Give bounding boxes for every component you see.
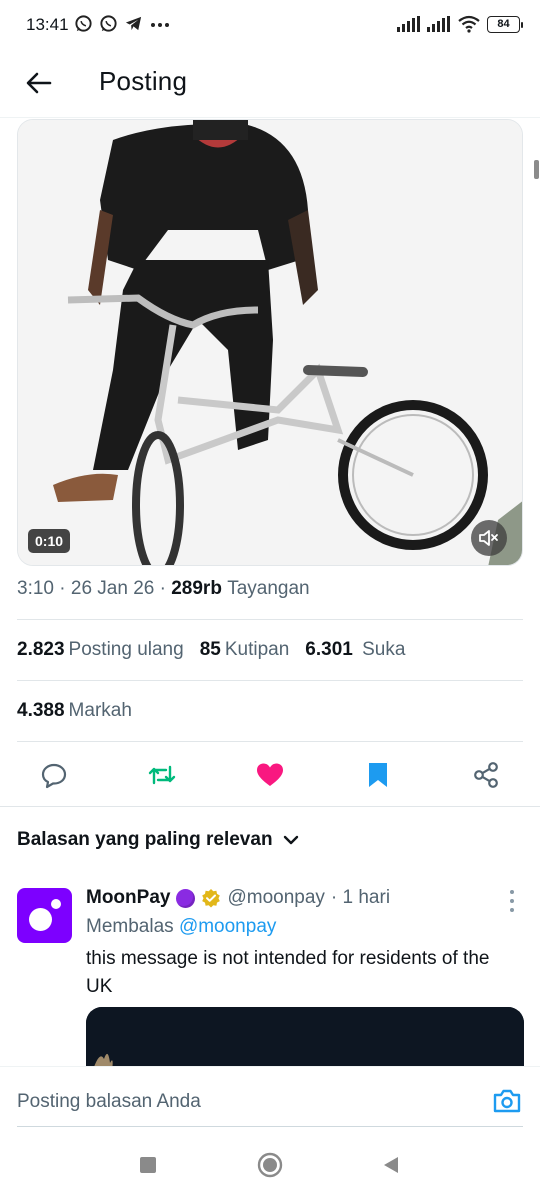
reposts-count: 2.823: [17, 639, 65, 660]
views-count: 289rb: [171, 578, 222, 599]
battery-indicator: 84: [487, 15, 523, 33]
home-button[interactable]: [257, 1152, 283, 1178]
post-date: 26 Jan 26: [70, 578, 155, 599]
post-time: 3:10: [17, 578, 54, 599]
likes-label: Suka: [362, 639, 406, 660]
more-options-button[interactable]: [504, 890, 520, 912]
moonpay-logo-dot: [51, 899, 61, 909]
mute-button[interactable]: [471, 520, 507, 556]
reply-header: MoonPay @moonpay · 1 hari: [86, 887, 390, 909]
quotes-label: Kutipan: [224, 639, 290, 660]
chevron-down-icon: [283, 835, 298, 845]
notification-icons: [74, 14, 171, 33]
bookmark-stats: 4.388 Markah: [17, 700, 132, 722]
reply-time: · 1 hari: [330, 887, 391, 908]
divider: [17, 619, 523, 620]
volume-muted-icon: [479, 530, 498, 546]
back-button[interactable]: [22, 66, 56, 100]
like-icon: [257, 763, 283, 786]
likes-count: 6.301: [305, 639, 353, 660]
reply-input[interactable]: Posting balasan Anda: [17, 1091, 201, 1113]
replying-prefix: Membalas: [86, 916, 174, 937]
camera-icon: [493, 1089, 521, 1113]
home-icon: [257, 1152, 283, 1178]
divider: [0, 806, 540, 807]
post-actions: [0, 745, 540, 805]
quotes-count: 85: [199, 639, 221, 660]
status-bar: 13:41 84: [0, 0, 540, 52]
replying-to: Membalas @moonpay: [86, 916, 276, 938]
replying-handle-link[interactable]: @moonpay: [179, 916, 276, 937]
reply-button[interactable]: [38, 759, 70, 791]
signal-icon: [397, 16, 420, 32]
replies-sort-label: Balasan yang paling relevan: [17, 829, 273, 850]
composer-underline: [17, 1126, 523, 1127]
share-icon: [474, 762, 498, 788]
status-time: 13:41: [26, 15, 69, 34]
video-duration-badge: 0:10: [28, 529, 71, 553]
more-dots-icon: [151, 23, 169, 27]
repost-icon: [148, 765, 176, 785]
divider: [17, 741, 523, 742]
reply-item[interactable]: MoonPay @moonpay · 1 hari Membalas @moon…: [0, 880, 540, 1066]
media-thumbnail: [86, 1007, 524, 1066]
top-app-bar: Posting: [0, 52, 540, 118]
signal-icon: [427, 16, 450, 32]
quotes-stat[interactable]: 85 Kutipan: [200, 639, 290, 661]
page-title: Posting: [99, 66, 188, 96]
moonpay-logo-icon: [29, 908, 52, 931]
bookmarks-label: Markah: [68, 700, 132, 721]
bookmarks-count: 4.388: [17, 700, 65, 721]
recents-icon: [140, 1157, 156, 1173]
bookmark-icon: [369, 763, 387, 787]
recents-button[interactable]: [135, 1152, 161, 1178]
bookmarks-stat[interactable]: 4.388 Markah: [17, 700, 132, 722]
reply-composer[interactable]: Posting balasan Anda: [0, 1066, 540, 1128]
scrollbar[interactable]: [534, 160, 539, 179]
likes-stat[interactable]: 6.301 Suka: [305, 639, 405, 661]
avatar[interactable]: [17, 888, 72, 943]
repost-button[interactable]: [146, 759, 178, 791]
reply-text: this message is not intended for residen…: [86, 948, 490, 997]
engagement-stats: 2.823 Posting ulang 85 Kutipan 6.301 Suka: [17, 639, 405, 661]
telegram-icon: [125, 16, 142, 31]
views-label: Tayangan: [227, 578, 310, 599]
reposts-label: Posting ulang: [68, 639, 184, 660]
reply-media[interactable]: [86, 1007, 524, 1066]
purple-circle-icon: [176, 888, 196, 908]
divider: [17, 680, 523, 681]
whatsapp-icon: [100, 15, 117, 32]
meta-separator: ·: [154, 578, 172, 599]
back-arrow-icon: [26, 72, 52, 94]
reply-icon: [41, 763, 67, 789]
whatsapp-icon: [75, 15, 92, 32]
bookmark-button[interactable]: [362, 759, 394, 791]
video-player[interactable]: 0:10: [17, 119, 523, 566]
system-navigation-bar: [0, 1128, 540, 1200]
camera-button[interactable]: [492, 1087, 522, 1115]
replies-sort-dropdown[interactable]: Balasan yang paling relevan: [17, 829, 299, 851]
post-meta: 3:10 · 26 Jan 26 · 289rb Tayangan: [17, 578, 310, 600]
author-handle: @moonpay: [227, 887, 325, 908]
meta-separator: ·: [53, 578, 71, 599]
back-nav-button[interactable]: [378, 1152, 404, 1178]
like-button[interactable]: [254, 759, 286, 791]
system-indicators: 84: [397, 15, 523, 33]
author-name[interactable]: MoonPay: [86, 887, 170, 909]
video-frame: [18, 120, 522, 565]
reposts-stat[interactable]: 2.823 Posting ulang: [17, 639, 184, 661]
back-triangle-icon: [384, 1157, 398, 1173]
verified-badge-icon: [202, 889, 221, 908]
share-button[interactable]: [470, 759, 502, 791]
wifi-icon: [458, 15, 480, 33]
